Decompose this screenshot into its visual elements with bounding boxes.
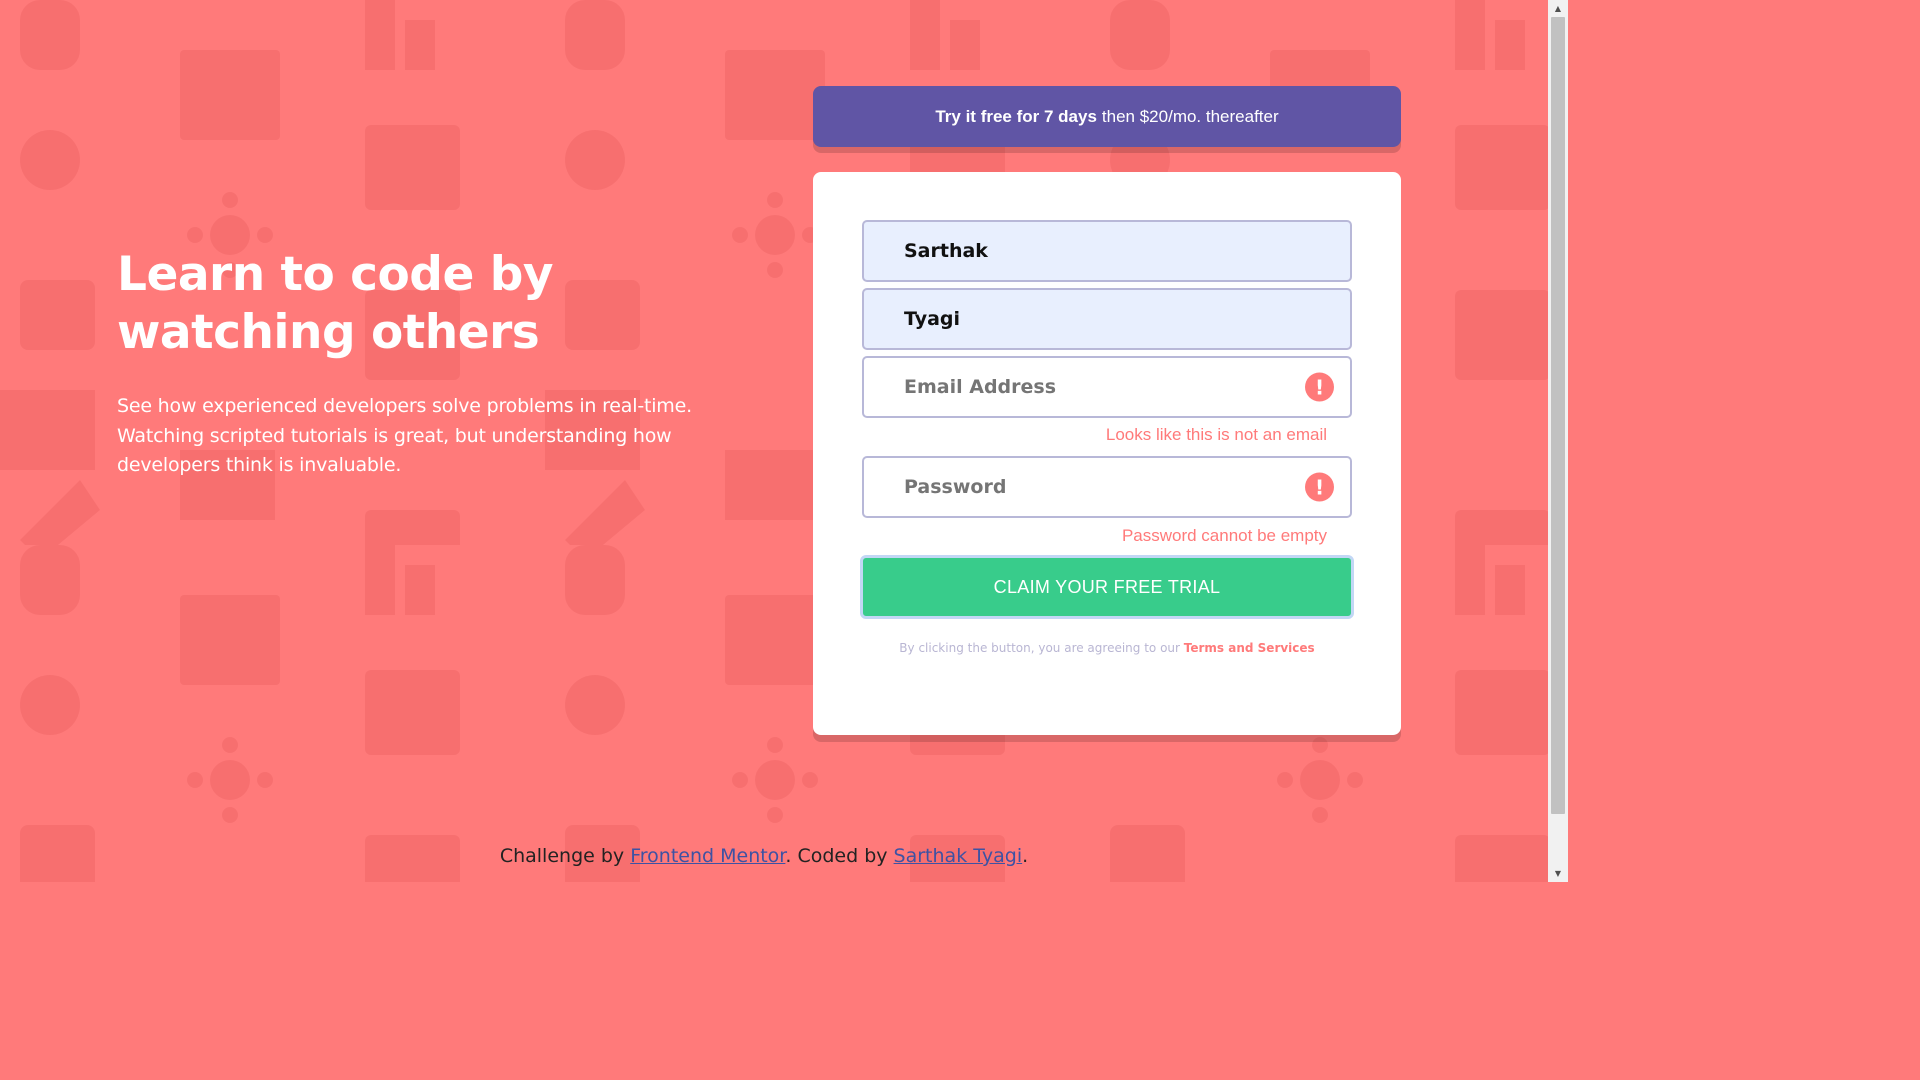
author-link[interactable]: Sarthak Tyagi <box>894 845 1023 867</box>
hero-description: See how experienced developers solve pro… <box>117 395 692 476</box>
terms-text: By clicking the button, you are agreeing… <box>813 641 1401 655</box>
hero-section: Learn to code by watching others See how… <box>117 246 757 481</box>
frontend-mentor-link[interactable]: Frontend Mentor <box>630 845 785 867</box>
signup-form-card: Sarthak Tyagi Email Address ! Looks like… <box>813 172 1401 735</box>
first-name-value: Sarthak <box>904 240 988 262</box>
promo-banner: Try it free for 7 days then $20/mo. ther… <box>813 86 1401 147</box>
scrollbar-thumb[interactable] <box>1551 17 1565 814</box>
password-field[interactable]: Password ! <box>862 456 1352 518</box>
email-error-message: Looks like this is not an email <box>1105 425 1327 444</box>
last-name-field[interactable]: Tyagi <box>862 288 1352 350</box>
hero-title: Learn to code by watching others <box>117 247 553 360</box>
promo-text: then $20/mo. thereafter <box>1101 106 1279 126</box>
first-name-field[interactable]: Sarthak <box>862 220 1352 282</box>
error-icon: ! <box>1305 472 1334 502</box>
claim-free-trial-button[interactable]: CLAIM YOUR FREE TRIAL <box>860 555 1354 619</box>
footer-prefix: Challenge by <box>499 845 625 867</box>
footer-suffix: . <box>1022 845 1029 867</box>
footer-middle: . Coded by <box>785 845 888 867</box>
email-field[interactable]: Email Address ! <box>862 356 1352 418</box>
scroll-up-arrow-icon[interactable]: ▲ <box>1548 0 1568 17</box>
terms-prefix: By clicking the button, you are agreeing… <box>899 641 1180 655</box>
last-name-value: Tyagi <box>904 308 961 330</box>
terms-link[interactable]: Terms and Services <box>1184 641 1315 655</box>
error-icon: ! <box>1305 372 1334 402</box>
attribution-footer: Challenge by Frontend Mentor. Coded by S… <box>0 845 1528 867</box>
password-error-message: Password cannot be empty <box>1121 526 1327 545</box>
email-placeholder: Email Address <box>904 376 1057 398</box>
scroll-down-arrow-icon[interactable]: ▼ <box>1548 865 1568 882</box>
vertical-scrollbar[interactable]: ▲ ▼ <box>1548 0 1568 882</box>
password-placeholder: Password <box>904 476 1007 498</box>
promo-bold-text: Try it free for 7 days <box>935 106 1097 126</box>
